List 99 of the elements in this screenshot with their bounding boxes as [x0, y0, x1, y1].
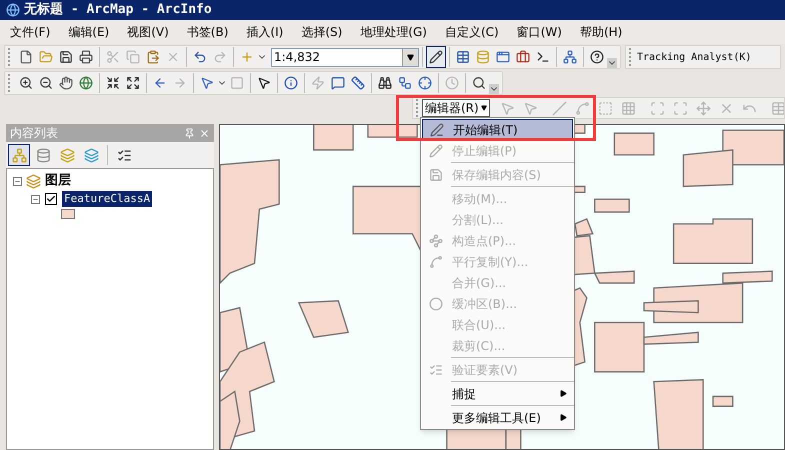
clock-icon: [445, 76, 459, 90]
speech-bubble-icon: [331, 76, 345, 90]
plus-icon: [240, 50, 254, 64]
layer-group-label[interactable]: 图层: [45, 171, 71, 191]
terminal-icon: [536, 50, 550, 64]
points-icon: [429, 234, 443, 248]
menu-item[interactable]: 捕捉: [421, 383, 574, 404]
toolbox-icon: [516, 50, 530, 64]
check-icon: [429, 362, 443, 376]
scale-field[interactable]: 1:4,832: [271, 48, 419, 66]
info-icon: [284, 76, 298, 90]
map-polygon: [594, 198, 630, 213]
overflow-icon[interactable]: [489, 84, 499, 94]
route-icon: [398, 76, 412, 90]
toolbar-grip[interactable]: [8, 48, 12, 66]
expand-toggle-icon[interactable]: [31, 194, 40, 204]
menu-item[interactable]: 文件(F): [10, 23, 50, 41]
dropdown-arrow-icon: [480, 105, 487, 111]
menu-item[interactable]: 插入(I): [246, 23, 284, 41]
menu-item[interactable]: 自定义(C): [444, 23, 499, 41]
menu-item[interactable]: 选择(S): [301, 23, 342, 41]
menu-item[interactable]: 窗口(W): [516, 23, 562, 41]
dropdown-arrow-icon: [407, 54, 414, 60]
pencil-icon: [430, 122, 444, 136]
scissors-icon: [106, 50, 120, 64]
legend-swatch: [61, 209, 75, 219]
expand-toggle-icon[interactable]: [13, 176, 22, 186]
map-polygon: [653, 379, 704, 449]
app-logo-icon: [6, 3, 20, 17]
pointer-icon: [257, 76, 271, 90]
menu-item[interactable]: 编辑(E): [68, 23, 110, 41]
new-document-icon: [19, 50, 33, 64]
layer-label[interactable]: FeatureClassA: [62, 190, 152, 208]
zoom-out-icon: [39, 76, 53, 90]
globe-icon: [79, 76, 93, 90]
submenu-arrow-icon: [560, 414, 567, 421]
hand-icon: [59, 76, 73, 90]
list-by-visibility-icon: [60, 148, 74, 162]
scale-input[interactable]: 1:4,832: [272, 48, 402, 66]
redo-icon: [213, 50, 227, 64]
undo-icon: [193, 50, 207, 64]
toolbar-label[interactable]: Tracking Analyst(K): [637, 50, 752, 64]
lightning-icon: [311, 76, 325, 90]
paste-icon: [146, 50, 160, 64]
toolbar-grip[interactable]: [629, 48, 633, 66]
forward-arrow-icon: [173, 76, 187, 90]
toolbar-grip[interactable]: [8, 74, 12, 92]
help-icon: [590, 50, 604, 64]
menu-item[interactable]: 视图(V): [127, 23, 169, 41]
options-icon: [116, 148, 132, 162]
pin-icon[interactable]: [184, 128, 195, 138]
map-polygon: [682, 149, 734, 188]
window-title: 无标题 - ArcMap - ArcInfo: [24, 1, 212, 20]
close-icon[interactable]: [199, 128, 210, 138]
pencil-icon: [429, 50, 443, 64]
save-icon: [59, 50, 73, 64]
menu-item[interactable]: 地理处理(G): [360, 23, 427, 41]
layer-checkbox[interactable]: [45, 193, 57, 205]
delete-icon: [166, 50, 180, 64]
back-arrow-icon: [153, 76, 167, 90]
copy-icon: [126, 50, 140, 64]
pencil-icon: [429, 144, 443, 158]
window-icon: [496, 50, 510, 64]
list-by-source-icon: [36, 148, 50, 162]
toc-tab[interactable]: [8, 144, 30, 166]
submenu-arrow-icon: [560, 390, 567, 397]
menu-item[interactable]: 开始编辑(T): [422, 119, 573, 140]
clear-selection-icon: [230, 76, 244, 90]
layers-icon: [26, 174, 41, 188]
select-pointer-icon: [200, 76, 214, 90]
pencil-button[interactable]: [426, 46, 446, 68]
map-polygon: [722, 130, 784, 166]
diagram-icon: [563, 50, 577, 64]
database-icon: [476, 50, 490, 64]
parallel-line-icon: [429, 254, 443, 268]
magnifier-icon: [472, 76, 486, 90]
editor-menu-button[interactable]: 编辑器(R): [422, 99, 490, 117]
ruler-icon: [351, 76, 365, 90]
crosshair-icon: [418, 76, 432, 90]
save-icon: [429, 168, 443, 182]
list-by-selection-icon: [84, 148, 98, 162]
folder-icon: [39, 50, 53, 64]
map-polygon: [367, 125, 418, 138]
binoculars-icon: [378, 76, 392, 90]
expand-icon: [126, 76, 140, 90]
print-icon: [79, 50, 93, 64]
map-polygon: [712, 396, 734, 407]
shrink-icon: [106, 76, 120, 90]
map-polygon: [298, 300, 350, 338]
table-icon: [456, 50, 470, 64]
zoom-in-icon: [19, 76, 33, 90]
list-by-drawing-order-icon: [12, 148, 26, 162]
overflow-icon[interactable]: [607, 58, 617, 68]
menu-item[interactable]: 更多编辑工具(E): [421, 407, 574, 428]
panel-title: 内容列表: [10, 125, 58, 142]
menu-item[interactable]: 帮助(H): [580, 23, 622, 41]
menu-item[interactable]: 书签(B): [186, 23, 228, 41]
map-polygon: [313, 125, 354, 151]
map-polygon: [614, 132, 654, 156]
